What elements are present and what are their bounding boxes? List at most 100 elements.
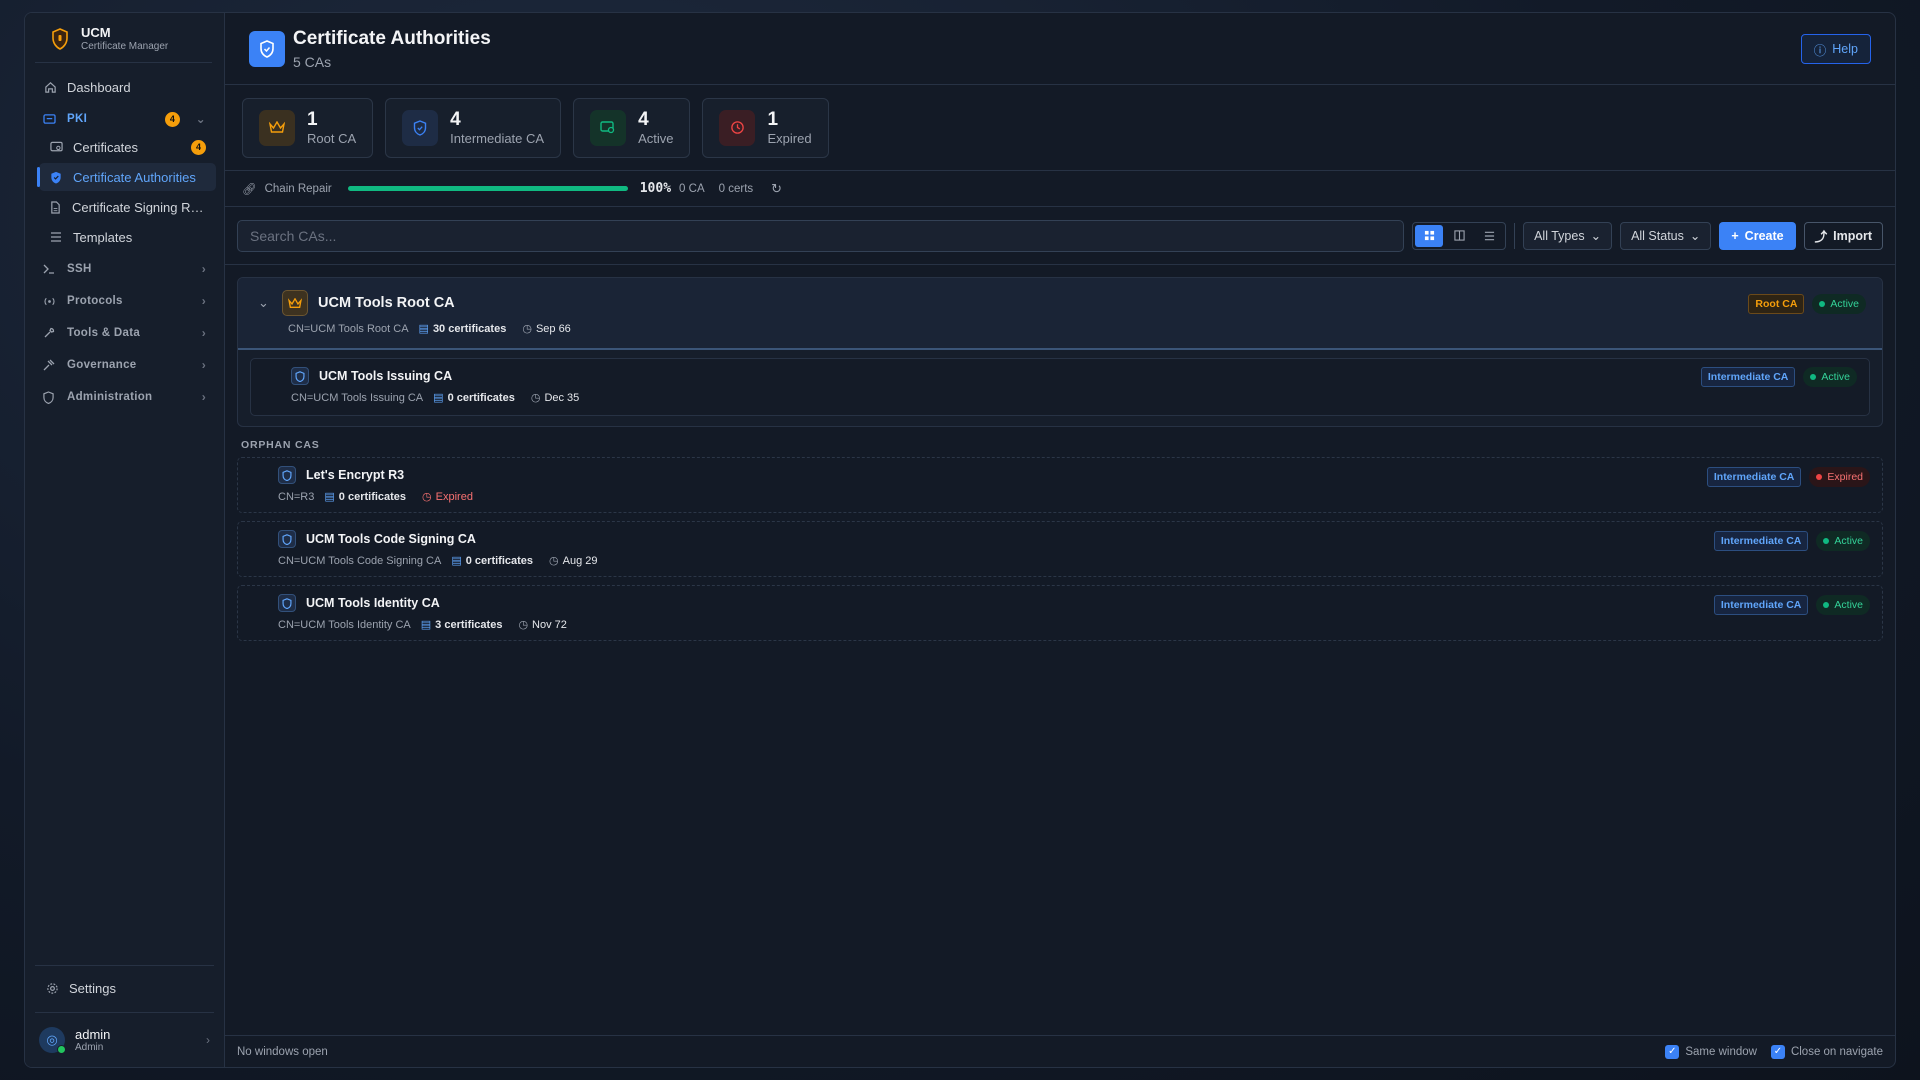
chevron-down-icon: ⌄	[1590, 229, 1602, 243]
orphan-ca-row[interactable]: UCM Tools Identity CA CN=UCM Tools Ident…	[237, 585, 1883, 641]
divider	[1514, 222, 1516, 249]
nav-certificate-authorities[interactable]: Certificate Authorities	[37, 163, 216, 191]
nav-section-protocols[interactable]: Protocols ›	[33, 287, 216, 315]
stat-active[interactable]: 4 Active	[573, 97, 691, 158]
link-icon: 🔗︎	[242, 183, 257, 196]
status-filter-dropdown[interactable]: All Status ⌄	[1620, 221, 1712, 250]
chevron-down-icon: ⌄	[1689, 229, 1701, 243]
ca-cn: CN=UCM Tools Code Signing CA	[278, 554, 442, 567]
chevron-down-icon[interactable]: ⌄	[258, 295, 272, 311]
orphan-ca-row[interactable]: Let's Encrypt R3 CN=R3 ▤ 0 certificates ◷…	[237, 457, 1883, 513]
status-badge: Active	[1816, 595, 1870, 615]
crown-icon	[259, 109, 295, 146]
stat-label: Intermediate CA	[450, 131, 545, 146]
nav-administration-label: Administration	[67, 391, 153, 403]
ca-cert-count: 30 certificates	[432, 322, 507, 335]
stat-value: 4	[638, 109, 649, 130]
status-badge: Active	[1803, 367, 1857, 387]
nav-settings-label: Settings	[69, 980, 116, 996]
stats-row: 1 Root CA 4 Intermediate CA 4 Active 1 Expir…	[225, 85, 1895, 171]
search-input[interactable]	[237, 219, 1405, 252]
pki-badge: 4	[165, 111, 180, 127]
same-window-checkbox[interactable]: ✓ Same window	[1665, 1044, 1757, 1059]
nav-certificates[interactable]: Certificates 4	[39, 133, 216, 161]
grid-view-icon[interactable]	[1415, 224, 1444, 247]
nav-section-pki[interactable]: PKI 4 ⌄	[33, 105, 216, 133]
page-title: Certificate Authorities	[293, 27, 491, 49]
stat-intermediate-ca[interactable]: 4 Intermediate CA	[385, 97, 562, 158]
windows-status: No windows open	[237, 1045, 328, 1058]
nav-dashboard[interactable]: Dashboard	[33, 73, 216, 101]
file-icon	[49, 200, 62, 214]
create-button[interactable]: + Create	[1719, 221, 1796, 250]
nav-templates[interactable]: Templates	[39, 223, 216, 251]
gear-icon	[45, 981, 59, 995]
nav-ca-label: Certificate Authorities	[73, 169, 196, 185]
stat-label: Root CA	[307, 131, 357, 146]
ca-name: Let's Encrypt R3	[306, 468, 405, 482]
child-ca-row[interactable]: UCM Tools Issuing CA CN=UCM Tools Issuin…	[250, 358, 1870, 416]
toolbar: All Types ⌄ All Status ⌄ + Create ⤴ Import	[225, 207, 1895, 265]
list-view-icon[interactable]	[1475, 225, 1503, 247]
create-label: Create	[1744, 228, 1784, 243]
refresh-icon[interactable]: ↻	[771, 181, 782, 197]
shield-icon	[249, 30, 285, 67]
certificates-icon: ▤	[324, 491, 335, 503]
list-icon	[49, 230, 63, 244]
columns-view-icon[interactable]	[1445, 225, 1473, 247]
type-badge: Intermediate CA	[1706, 467, 1802, 487]
ca-expiry: Dec 35	[544, 391, 580, 404]
ca-name: UCM Tools Root CA	[318, 295, 455, 311]
checkmark-icon: ✓	[1665, 1044, 1680, 1059]
nav-tools-label: Tools & Data	[67, 327, 141, 339]
root-ca-card: ⌄ UCM Tools Root CA CN=UCM Tools Root CA…	[237, 277, 1883, 427]
user-menu[interactable]: ◎ admin Admin ›	[35, 1012, 214, 1067]
nav-section-tools[interactable]: Tools & Data ›	[33, 319, 216, 347]
type-filter-dropdown[interactable]: All Types ⌄	[1523, 221, 1613, 250]
shield-icon	[43, 390, 57, 404]
chevron-right-icon: ›	[201, 326, 206, 340]
help-circle-icon: ⓘ	[1813, 43, 1827, 58]
nav-settings[interactable]: Settings	[35, 974, 214, 1002]
root-ca-row[interactable]: ⌄ UCM Tools Root CA CN=UCM Tools Root CA…	[238, 278, 1882, 350]
brand: UCM Certificate Manager	[35, 13, 212, 63]
page-subtitle: 5 CAs	[293, 53, 332, 70]
shield-icon	[278, 530, 296, 548]
import-button[interactable]: ⤴ Import	[1803, 221, 1883, 250]
type-filter-label: All Types	[1534, 228, 1585, 243]
ca-cn: CN=UCM Tools Identity CA	[278, 618, 411, 631]
nav-governance-label: Governance	[67, 359, 137, 371]
nav-templates-label: Templates	[73, 229, 133, 245]
nav-section-governance[interactable]: Governance ›	[33, 351, 216, 379]
help-label: Help	[1832, 42, 1858, 56]
nav-pki-label: PKI	[67, 113, 88, 125]
orphan-ca-row[interactable]: UCM Tools Code Signing CA CN=UCM Tools C…	[237, 521, 1883, 577]
ca-expired-text: Expired	[435, 490, 473, 503]
ca-expiry: Aug 29	[562, 554, 598, 567]
ca-expiry: Sep 66	[535, 322, 571, 335]
nav-section-ssh[interactable]: SSH ›	[33, 255, 216, 283]
status-badge: Active	[1812, 294, 1866, 314]
main: Certificate Authorities 5 CAs ⓘ Help 1 Ro…	[225, 13, 1895, 1067]
wrench-icon	[43, 327, 57, 339]
chevron-right-icon: ›	[201, 262, 206, 276]
close-on-navigate-checkbox[interactable]: ✓ Close on navigate	[1770, 1044, 1883, 1059]
clock-icon: ◷	[549, 555, 559, 567]
shield-icon	[278, 594, 296, 612]
ca-cert-count: 3 certificates	[435, 618, 503, 631]
clock-icon: ◷	[422, 491, 432, 503]
stat-label: Active	[638, 131, 674, 146]
ca-cn: CN=R3	[278, 490, 315, 503]
user-name: admin	[75, 1027, 111, 1042]
ca-cert-count: 0 certificates	[465, 554, 534, 567]
stat-root-ca[interactable]: 1 Root CA	[242, 97, 374, 158]
avatar: ◎	[39, 1027, 66, 1054]
nav-csr[interactable]: Certificate Signing Requests	[39, 193, 216, 221]
help-button[interactable]: ⓘ Help	[1800, 34, 1871, 64]
certificates-icon: ▤	[451, 555, 462, 567]
close-on-navigate-label: Close on navigate	[1790, 1045, 1883, 1058]
ca-name: UCM Tools Issuing CA	[319, 369, 453, 383]
ca-cn: CN=UCM Tools Issuing CA	[291, 391, 424, 404]
nav-section-administration[interactable]: Administration ›	[33, 383, 216, 411]
stat-expired[interactable]: 1 Expired	[702, 97, 829, 158]
